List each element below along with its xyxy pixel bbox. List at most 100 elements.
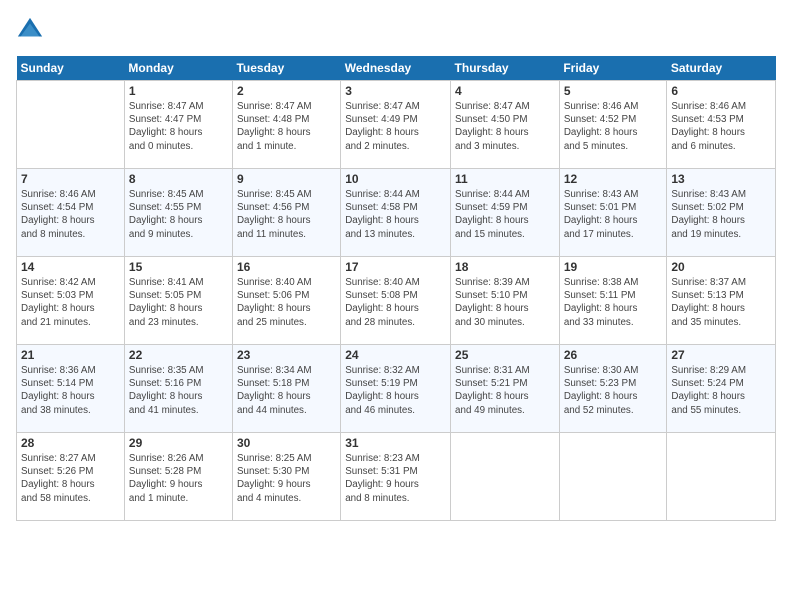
page: SundayMondayTuesdayWednesdayThursdayFrid… <box>0 0 792 612</box>
calendar-cell: 5 Sunrise: 8:46 AM Sunset: 4:52 PM Daylig… <box>559 81 667 169</box>
day-number: 6 <box>671 84 771 98</box>
day-info: Sunrise: 8:27 AM Sunset: 5:26 PM Dayligh… <box>21 452 120 505</box>
day-info: Sunrise: 8:46 AM Sunset: 4:54 PM Dayligh… <box>21 188 120 241</box>
calendar-cell: 27Sunrise: 8:29 AM Sunset: 5:24 PM Dayli… <box>667 345 776 433</box>
day-number: 13 <box>671 172 771 186</box>
day-number: 7 <box>21 172 120 186</box>
calendar-cell <box>451 433 560 521</box>
day-info: Sunrise: 8:46 AM Sunset: 4:52 PM Dayligh… <box>564 100 663 153</box>
calendar-day-header: Thursday <box>451 56 560 81</box>
day-number: 8 <box>129 172 228 186</box>
day-number: 28 <box>21 436 120 450</box>
calendar-cell <box>667 433 776 521</box>
calendar-cell: 31 Sunrise: 8:23 AM Sunset: 5:31 PM Dayli… <box>341 433 451 521</box>
day-number: 16 <box>237 260 336 274</box>
logo-icon <box>16 16 44 44</box>
day-info: Sunrise: 8:44 AM Sunset: 4:58 PM Dayligh… <box>345 188 446 241</box>
calendar-cell: 16 Sunrise: 8:40 AM Sunset: 5:06 PM Dayli… <box>232 257 340 345</box>
calendar-cell: 15Sunrise: 8:41 AM Sunset: 5:05 PM Dayli… <box>124 257 232 345</box>
calendar-day-header: Monday <box>124 56 232 81</box>
day-number: 19 <box>564 260 663 274</box>
calendar-cell: 25 Sunrise: 8:31 AM Sunset: 5:21 PM Dayli… <box>451 345 560 433</box>
calendar-day-header: Saturday <box>667 56 776 81</box>
day-number: 26 <box>564 348 663 362</box>
calendar-week-row: 1 Sunrise: 8:47 AM Sunset: 4:47 PM Daylig… <box>17 81 776 169</box>
day-info: Sunrise: 8:38 AM Sunset: 5:11 PM Dayligh… <box>564 276 663 329</box>
day-info: Sunrise: 8:29 AM Sunset: 5:24 PM Dayligh… <box>671 364 771 417</box>
day-number: 14 <box>21 260 120 274</box>
calendar-cell: 17Sunrise: 8:40 AM Sunset: 5:08 PM Dayli… <box>341 257 451 345</box>
day-info: Sunrise: 8:26 AM Sunset: 5:28 PM Dayligh… <box>129 452 228 505</box>
calendar-week-row: 7 Sunrise: 8:46 AM Sunset: 4:54 PM Daylig… <box>17 169 776 257</box>
day-info: Sunrise: 8:23 AM Sunset: 5:31 PM Dayligh… <box>345 452 446 505</box>
calendar-cell: 28 Sunrise: 8:27 AM Sunset: 5:26 PM Dayli… <box>17 433 125 521</box>
day-number: 22 <box>129 348 228 362</box>
day-info: Sunrise: 8:45 AM Sunset: 4:55 PM Dayligh… <box>129 188 228 241</box>
calendar-week-row: 21Sunrise: 8:36 AM Sunset: 5:14 PM Dayli… <box>17 345 776 433</box>
calendar-header-row: SundayMondayTuesdayWednesdayThursdayFrid… <box>17 56 776 81</box>
calendar-cell: 10 Sunrise: 8:44 AM Sunset: 4:58 PM Dayli… <box>341 169 451 257</box>
day-info: Sunrise: 8:47 AM Sunset: 4:48 PM Dayligh… <box>237 100 336 153</box>
calendar-cell: 23 Sunrise: 8:34 AM Sunset: 5:18 PM Dayli… <box>232 345 340 433</box>
day-info: Sunrise: 8:35 AM Sunset: 5:16 PM Dayligh… <box>129 364 228 417</box>
day-info: Sunrise: 8:40 AM Sunset: 5:06 PM Dayligh… <box>237 276 336 329</box>
day-number: 9 <box>237 172 336 186</box>
day-info: Sunrise: 8:43 AM Sunset: 5:02 PM Dayligh… <box>671 188 771 241</box>
day-info: Sunrise: 8:43 AM Sunset: 5:01 PM Dayligh… <box>564 188 663 241</box>
day-info: Sunrise: 8:31 AM Sunset: 5:21 PM Dayligh… <box>455 364 555 417</box>
day-info: Sunrise: 8:46 AM Sunset: 4:53 PM Dayligh… <box>671 100 771 153</box>
day-info: Sunrise: 8:39 AM Sunset: 5:10 PM Dayligh… <box>455 276 555 329</box>
day-info: Sunrise: 8:36 AM Sunset: 5:14 PM Dayligh… <box>21 364 120 417</box>
day-info: Sunrise: 8:37 AM Sunset: 5:13 PM Dayligh… <box>671 276 771 329</box>
calendar-cell: 9Sunrise: 8:45 AM Sunset: 4:56 PM Daylig… <box>232 169 340 257</box>
day-number: 3 <box>345 84 446 98</box>
day-number: 5 <box>564 84 663 98</box>
calendar-cell: 22 Sunrise: 8:35 AM Sunset: 5:16 PM Dayli… <box>124 345 232 433</box>
day-number: 24 <box>345 348 446 362</box>
day-number: 31 <box>345 436 446 450</box>
calendar-cell: 13 Sunrise: 8:43 AM Sunset: 5:02 PM Dayli… <box>667 169 776 257</box>
calendar-day-header: Tuesday <box>232 56 340 81</box>
day-info: Sunrise: 8:40 AM Sunset: 5:08 PM Dayligh… <box>345 276 446 329</box>
day-info: Sunrise: 8:25 AM Sunset: 5:30 PM Dayligh… <box>237 452 336 505</box>
calendar-cell: 3 Sunrise: 8:47 AM Sunset: 4:49 PM Daylig… <box>341 81 451 169</box>
day-number: 15 <box>129 260 228 274</box>
day-info: Sunrise: 8:47 AM Sunset: 4:47 PM Dayligh… <box>129 100 228 153</box>
day-number: 18 <box>455 260 555 274</box>
calendar-cell: 1 Sunrise: 8:47 AM Sunset: 4:47 PM Daylig… <box>124 81 232 169</box>
day-number: 11 <box>455 172 555 186</box>
calendar: SundayMondayTuesdayWednesdayThursdayFrid… <box>16 56 776 521</box>
calendar-cell: 30 Sunrise: 8:25 AM Sunset: 5:30 PM Dayli… <box>232 433 340 521</box>
day-info: Sunrise: 8:47 AM Sunset: 4:49 PM Dayligh… <box>345 100 446 153</box>
calendar-cell: 19 Sunrise: 8:38 AM Sunset: 5:11 PM Dayli… <box>559 257 667 345</box>
day-info: Sunrise: 8:42 AM Sunset: 5:03 PM Dayligh… <box>21 276 120 329</box>
day-number: 20 <box>671 260 771 274</box>
calendar-cell <box>17 81 125 169</box>
day-info: Sunrise: 8:34 AM Sunset: 5:18 PM Dayligh… <box>237 364 336 417</box>
day-number: 2 <box>237 84 336 98</box>
day-number: 12 <box>564 172 663 186</box>
day-info: Sunrise: 8:47 AM Sunset: 4:50 PM Dayligh… <box>455 100 555 153</box>
day-info: Sunrise: 8:30 AM Sunset: 5:23 PM Dayligh… <box>564 364 663 417</box>
logo <box>16 16 48 44</box>
day-number: 23 <box>237 348 336 362</box>
calendar-cell: 2 Sunrise: 8:47 AM Sunset: 4:48 PM Daylig… <box>232 81 340 169</box>
day-number: 4 <box>455 84 555 98</box>
header <box>16 16 776 44</box>
day-number: 25 <box>455 348 555 362</box>
calendar-day-header: Wednesday <box>341 56 451 81</box>
calendar-cell: 20 Sunrise: 8:37 AM Sunset: 5:13 PM Dayli… <box>667 257 776 345</box>
calendar-day-header: Friday <box>559 56 667 81</box>
calendar-cell: 29 Sunrise: 8:26 AM Sunset: 5:28 PM Dayli… <box>124 433 232 521</box>
calendar-cell: 8 Sunrise: 8:45 AM Sunset: 4:55 PM Daylig… <box>124 169 232 257</box>
calendar-cell: 21Sunrise: 8:36 AM Sunset: 5:14 PM Dayli… <box>17 345 125 433</box>
calendar-day-header: Sunday <box>17 56 125 81</box>
day-number: 1 <box>129 84 228 98</box>
calendar-cell: 24Sunrise: 8:32 AM Sunset: 5:19 PM Dayli… <box>341 345 451 433</box>
calendar-cell: 26 Sunrise: 8:30 AM Sunset: 5:23 PM Dayli… <box>559 345 667 433</box>
day-number: 30 <box>237 436 336 450</box>
calendar-cell: 12 Sunrise: 8:43 AM Sunset: 5:01 PM Dayli… <box>559 169 667 257</box>
day-number: 29 <box>129 436 228 450</box>
day-number: 10 <box>345 172 446 186</box>
day-info: Sunrise: 8:44 AM Sunset: 4:59 PM Dayligh… <box>455 188 555 241</box>
